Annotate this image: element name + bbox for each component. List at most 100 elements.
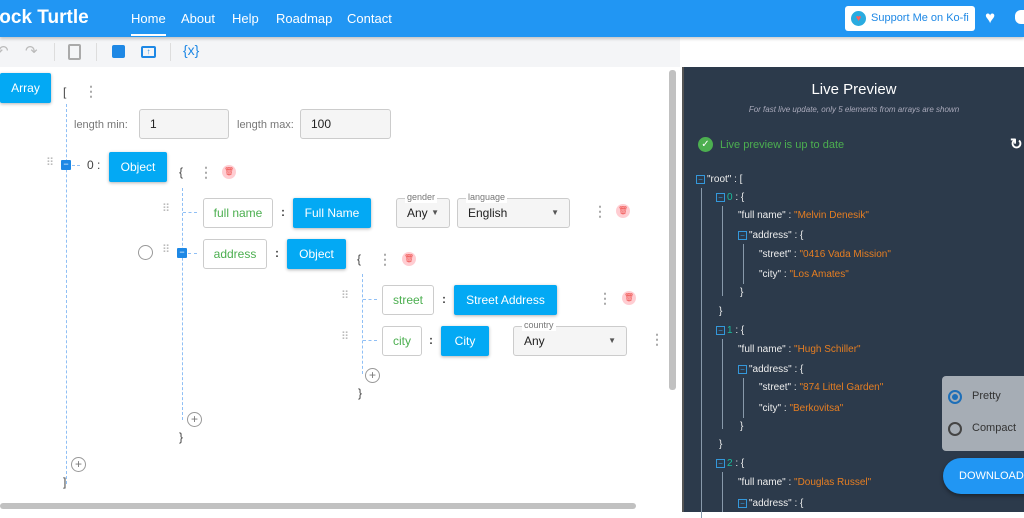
- full-name-key-input[interactable]: full name: [203, 198, 273, 228]
- clipboard-icon[interactable]: [68, 44, 81, 60]
- country-value: Any: [524, 334, 545, 348]
- redo-icon[interactable]: ↷: [25, 42, 38, 60]
- address-menu-icon[interactable]: ⋮: [378, 251, 392, 268]
- delete-icon[interactable]: 🗑: [222, 165, 236, 179]
- tree-line: [363, 299, 377, 300]
- country-select[interactable]: country Any ▼: [513, 319, 627, 356]
- address-key-input[interactable]: address: [203, 239, 267, 269]
- radio-option[interactable]: [138, 245, 153, 260]
- drag-handle-icon[interactable]: ⠿: [162, 245, 170, 256]
- tree-line: [363, 340, 377, 341]
- language-value: English: [468, 206, 508, 220]
- object-menu-icon[interactable]: ⋮: [199, 164, 213, 181]
- address-close-brace: }: [358, 386, 363, 400]
- json-line: "street" : "874 Littel Garden": [759, 382, 884, 393]
- colon: :: [281, 205, 285, 219]
- gender-select[interactable]: gender Any ▼: [396, 191, 450, 228]
- drag-handle-icon[interactable]: ⠿: [341, 332, 349, 343]
- json-line: "full name" : "Hugh Schiller": [738, 344, 861, 355]
- radio-compact[interactable]: [948, 422, 962, 436]
- drag-handle-icon[interactable]: ⠿: [162, 204, 170, 215]
- tree-line: [362, 274, 363, 374]
- json-line: − "address" : {: [738, 364, 803, 375]
- item-type-button[interactable]: Object: [109, 152, 167, 182]
- nav-home[interactable]: Home: [131, 11, 166, 36]
- variable-icon[interactable]: {x}: [183, 42, 199, 58]
- json-item: −2 : {: [716, 458, 744, 469]
- collapse-icon[interactable]: −: [61, 160, 71, 170]
- field-menu-icon[interactable]: ⋮: [598, 290, 612, 307]
- array-close-bracket: ]: [63, 475, 67, 489]
- preview-title: Live Preview: [811, 81, 897, 98]
- tree-line: [72, 165, 80, 166]
- nav-roadmap[interactable]: Roadmap: [276, 11, 332, 26]
- collapse-icon[interactable]: −: [696, 175, 705, 184]
- dropdown-arrow-icon: ▼: [551, 208, 559, 217]
- tree-line: [722, 339, 723, 429]
- heart-icon[interactable]: ♥: [985, 8, 995, 28]
- json-item: −1 : {: [716, 325, 744, 336]
- field-menu-icon[interactable]: ⋮: [650, 331, 664, 348]
- drag-handle-icon[interactable]: ⠿: [46, 158, 54, 169]
- json-line: }: [740, 287, 744, 298]
- nav-about[interactable]: About: [181, 11, 215, 26]
- root-type-button[interactable]: Array: [0, 73, 51, 103]
- address-type-button[interactable]: Object: [287, 239, 346, 269]
- full-name-type-button[interactable]: Full Name: [293, 198, 371, 228]
- toolbar-divider: [170, 43, 171, 61]
- street-type-button[interactable]: Street Address: [454, 285, 557, 315]
- download-button[interactable]: DOWNLOAD: [943, 458, 1024, 494]
- length-max-input[interactable]: 100: [300, 109, 391, 139]
- preview-subtitle: For fast live update, only 5 elements fr…: [748, 105, 960, 114]
- nav-contact[interactable]: Contact: [347, 11, 392, 26]
- json-line: "street" : "0416 Vada Mission": [759, 249, 891, 260]
- undo-icon[interactable]: ↶: [0, 42, 9, 60]
- collapse-icon[interactable]: −: [738, 365, 747, 374]
- nav-help[interactable]: Help: [232, 11, 259, 26]
- tree-line: [188, 253, 197, 254]
- city-key-input[interactable]: city: [382, 326, 422, 356]
- language-label: language: [466, 191, 508, 203]
- city-type-button[interactable]: City: [441, 326, 489, 356]
- array-menu-icon[interactable]: ⋮: [84, 83, 98, 100]
- save-icon[interactable]: [112, 45, 125, 58]
- delete-icon[interactable]: 🗑: [402, 252, 416, 266]
- length-min-input[interactable]: 1: [139, 109, 229, 139]
- collapse-icon[interactable]: −: [716, 459, 725, 468]
- add-field-button[interactable]: +: [365, 368, 380, 383]
- vertical-scrollbar[interactable]: [669, 70, 676, 390]
- tree-line: [743, 378, 744, 418]
- notification-icon[interactable]: [1015, 10, 1024, 24]
- kofi-button[interactable]: ♥ Support Me on Ko-fi: [845, 6, 975, 31]
- collapse-icon[interactable]: −: [177, 248, 187, 258]
- add-item-button[interactable]: +: [71, 457, 86, 472]
- array-open-bracket: [: [63, 85, 67, 99]
- radio-pretty[interactable]: [948, 390, 962, 404]
- street-key-input[interactable]: street: [382, 285, 434, 315]
- language-select[interactable]: language English ▼: [457, 191, 570, 228]
- length-min-label: length min:: [74, 119, 128, 131]
- add-field-button[interactable]: +: [187, 412, 202, 427]
- horizontal-scrollbar[interactable]: [0, 503, 636, 509]
- colon: :: [442, 292, 446, 306]
- delete-icon[interactable]: 🗑: [616, 204, 630, 218]
- collapse-icon[interactable]: −: [716, 326, 725, 335]
- kofi-cup-icon: ♥: [851, 11, 866, 26]
- collapse-icon[interactable]: −: [738, 499, 747, 508]
- upload-folder-icon[interactable]: ↑: [141, 46, 156, 58]
- object-open-brace: {: [179, 165, 184, 179]
- refresh-icon[interactable]: ↻: [1010, 135, 1023, 153]
- field-menu-icon[interactable]: ⋮: [593, 203, 607, 220]
- delete-icon[interactable]: 🗑: [622, 291, 636, 305]
- check-icon: ✓: [698, 137, 713, 152]
- app-logo[interactable]: lock Turtle: [0, 7, 89, 29]
- gender-value: Any: [407, 206, 428, 220]
- tree-line: [722, 472, 723, 512]
- collapse-icon[interactable]: −: [716, 193, 725, 202]
- top-nav-bar: lock Turtle Home About Help Roadmap Cont…: [0, 0, 1024, 37]
- drag-handle-icon[interactable]: ⠿: [341, 291, 349, 302]
- colon: :: [429, 333, 433, 347]
- tree-line: [182, 188, 183, 420]
- format-options: Pretty Compact: [942, 376, 1024, 451]
- collapse-icon[interactable]: −: [738, 231, 747, 240]
